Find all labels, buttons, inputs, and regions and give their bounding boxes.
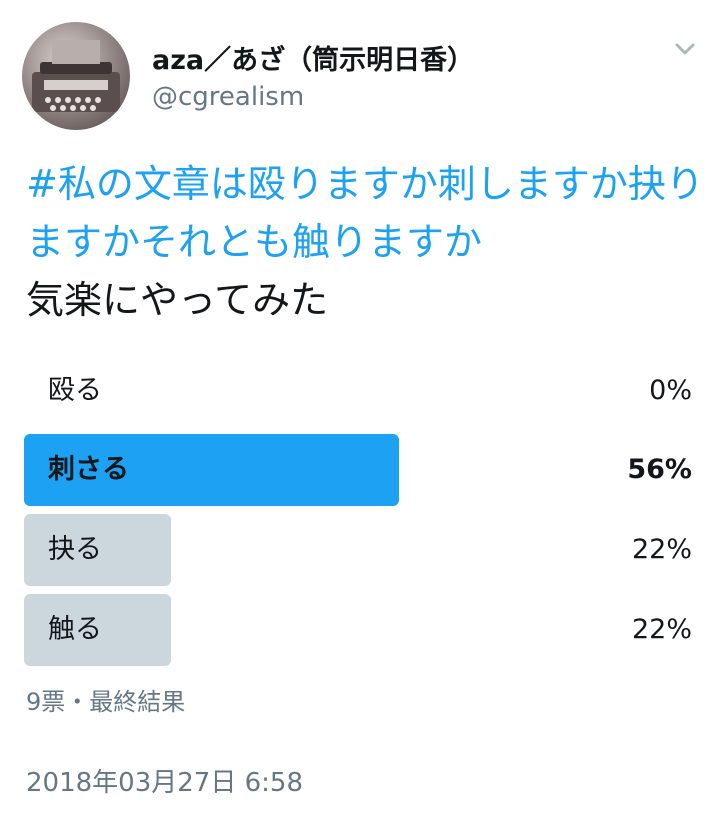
poll-option-label: 抉る xyxy=(48,534,102,565)
poll-option-label: 刺さる xyxy=(48,454,129,485)
poll-option-percent: 22% xyxy=(631,614,692,645)
typewriter-icon xyxy=(32,40,120,112)
poll-option-percent: 22% xyxy=(631,534,692,565)
poll-summary: 9票・最終結果 xyxy=(26,688,186,716)
poll-option: 触る 22% xyxy=(24,594,692,666)
author-handle[interactable]: @cgrealism xyxy=(152,82,304,112)
poll-option-percent: 56% xyxy=(627,454,692,485)
poll-option-label: 触る xyxy=(48,614,102,645)
poll-option-percent: 0% xyxy=(649,375,692,406)
chevron-down-icon[interactable] xyxy=(672,36,698,62)
avatar[interactable] xyxy=(22,22,130,130)
poll-option-winner: 刺さる 56% xyxy=(24,434,692,506)
poll-option: 殴る 0% xyxy=(24,355,692,427)
poll-option-label: 殴る xyxy=(48,375,102,406)
poll-option: 抉る 22% xyxy=(24,514,692,586)
author-name[interactable]: aza／あざ（筒示明日香） xyxy=(152,38,474,77)
timestamp[interactable]: 2018年03月27日 6:58 xyxy=(26,762,303,799)
tweet-text: #私の文章は殴りますか刺しますか抉りますかそれとも触りますか 気楽にやってみた xyxy=(26,155,706,329)
hashtag-link[interactable]: #私の文章は殴りますか刺しますか抉りますかそれとも触りますか xyxy=(26,162,704,264)
tweet-body: 気楽にやってみた xyxy=(26,278,329,322)
